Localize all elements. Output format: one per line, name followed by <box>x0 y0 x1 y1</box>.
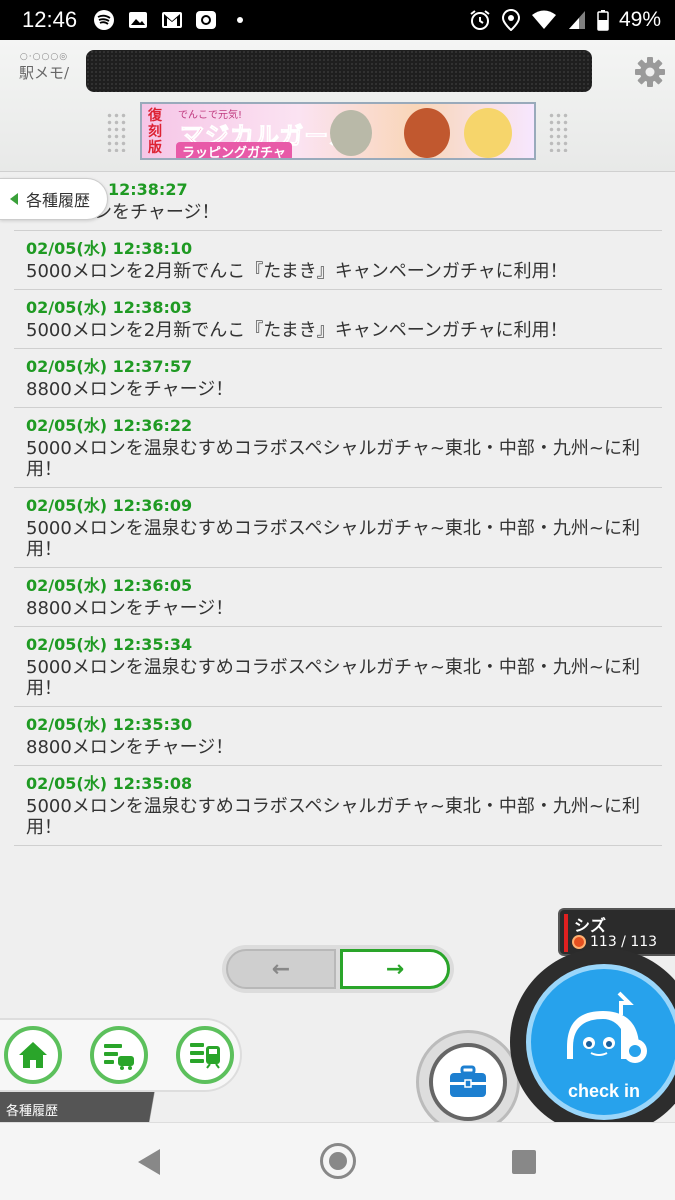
train-list-icon <box>190 1043 220 1069</box>
history-tab-label: 各種履歴 <box>26 191 91 210</box>
banner-character-3 <box>464 108 512 158</box>
camera-app-icon <box>196 11 217 29</box>
back-icon[interactable] <box>138 1149 160 1175</box>
status-bar: 12:46 49% <box>0 0 675 40</box>
entry-message: ロンをチャージ！ <box>76 202 220 223</box>
battery-percent: 49% <box>618 8 661 31</box>
entry-date: 02/05(水) 12:36:22 <box>26 416 193 435</box>
home-icon <box>19 1042 47 1068</box>
next-page-button[interactable]: → <box>339 949 450 989</box>
entry-date: 02/05(水) 12:38:03 <box>26 298 193 317</box>
alarm-icon <box>470 10 490 30</box>
checkin-inner: check in <box>526 964 675 1120</box>
led-ticker <box>86 50 592 92</box>
gear-icon[interactable] <box>634 56 666 88</box>
entry-message: 5000メロンを温泉むすめコラボスペシャルガチャ~東北・中部・九州~に利用！ <box>26 796 640 838</box>
banner-character-1 <box>330 110 372 156</box>
list-item: 02/05(水) 12:35:08 5000メロンを温泉むすめコラボスペシャルガ… <box>14 766 662 846</box>
battery-icon <box>597 10 609 31</box>
train-list-button[interactable] <box>176 1026 234 1084</box>
entry-date: 02/05(水) 12:35:08 <box>26 774 193 793</box>
image-icon <box>129 12 148 28</box>
checkin-label: check in <box>567 1081 641 1101</box>
entry-message: 5000メロンを温泉むすめコラボスペシャルガチャ~東北・中部・九州~に利用！ <box>26 657 640 699</box>
list-item: 12:38:27 ロンをチャージ！ <box>14 172 662 231</box>
banner-subtitle: ラッピングガチャ <box>176 142 292 158</box>
prev-page-button[interactable]: ← <box>226 949 336 989</box>
checkin-mascot-icon <box>567 991 647 1063</box>
entry-date: 12:38:27 <box>108 180 188 199</box>
arrow-right-icon: → <box>385 956 405 982</box>
character-type-bar <box>564 914 568 952</box>
history-tab[interactable]: 各種履歴 <box>0 178 108 220</box>
chevron-left-icon <box>10 193 18 205</box>
banner-character-2 <box>404 108 450 158</box>
entry-date: 02/05(水) 12:36:05 <box>26 576 193 595</box>
entry-message: 5000メロンを2月新でんこ『たまき』キャンペーンガチャに利用！ <box>26 261 568 282</box>
recent-apps-icon[interactable] <box>512 1150 536 1174</box>
android-nav-bar <box>0 1122 675 1200</box>
list-item: 02/05(水) 12:36:09 5000メロンを温泉むすめコラボスペシャルガ… <box>14 488 662 568</box>
history-menu-icon <box>104 1044 134 1070</box>
list-item: 02/05(水) 12:35:34 5000メロンを温泉むすめコラボスペシャルガ… <box>14 627 662 707</box>
wifi-icon <box>531 10 556 29</box>
list-item: 02/05(水) 12:38:10 5000メロンを2月新でんこ『たまき』キャン… <box>14 231 662 290</box>
list-item: 02/05(水) 12:35:30 8800メロンをチャージ！ <box>14 707 662 766</box>
entry-date: 02/05(水) 12:36:09 <box>26 496 193 515</box>
gacha-banner[interactable]: 復刻版 でんこで元気! マジカルガール ラッピングガチャ <box>140 102 536 160</box>
banner-badge: 復刻版 <box>148 108 162 156</box>
entry-date: 02/05(水) 12:35:34 <box>26 635 193 654</box>
logo-text: 駅メモ/ <box>18 64 70 82</box>
history-list: 12:38:27 ロンをチャージ！ 02/05(水) 12:38:10 5000… <box>14 172 662 846</box>
history-menu-button[interactable] <box>90 1026 148 1084</box>
bottom-nav: 各種履歴 <box>0 1018 242 1122</box>
pagination: ← → <box>222 945 454 993</box>
briefcase-icon <box>450 1065 486 1097</box>
list-item: 02/05(水) 12:36:22 5000メロンを温泉むすめコラボスペシャルガ… <box>14 408 662 488</box>
speaker-grille-right <box>548 112 570 152</box>
list-item: 02/05(水) 12:37:57 8800メロンをチャージ！ <box>14 349 662 408</box>
entry-message: 5000メロンを温泉むすめコラボスペシャルガチャ~東北・中部・九州~に利用！ <box>26 518 640 560</box>
status-right-group: 49% <box>469 8 661 32</box>
entry-message: 8800メロンをチャージ！ <box>26 379 234 400</box>
toolbox-inner <box>429 1043 507 1121</box>
gmail-icon <box>162 12 183 28</box>
speaker-grille-left <box>106 112 128 152</box>
home-circle-icon[interactable] <box>320 1143 356 1179</box>
app-header: ○·○○○◎ 駅メモ/ 復刻版 でんこで元気! マジカルガール ラッピングガチャ <box>0 40 675 172</box>
location-icon <box>501 9 520 31</box>
arrow-left-icon: ← <box>271 956 291 982</box>
signal-icon <box>568 11 585 29</box>
app-logo: ○·○○○◎ 駅メモ/ <box>12 52 76 92</box>
hp-flame-icon <box>572 935 586 949</box>
checkin-button[interactable]: check in <box>510 948 675 1136</box>
entry-date: 02/05(水) 12:38:10 <box>26 239 193 258</box>
character-name: シズ <box>574 916 607 935</box>
list-item: 02/05(水) 12:36:05 8800メロンをチャージ！ <box>14 568 662 627</box>
status-time: 12:46 <box>22 7 78 32</box>
entry-date: 02/05(水) 12:35:30 <box>26 715 193 734</box>
bottom-nav-section-label: 各種履歴 <box>0 1092 200 1122</box>
toolbox-button[interactable] <box>416 1030 520 1134</box>
list-item: 02/05(水) 12:38:03 5000メロンを2月新でんこ『たまき』キャン… <box>14 290 662 349</box>
entry-message: 5000メロンを2月新でんこ『たまき』キャンペーンガチャに利用！ <box>26 320 568 341</box>
home-button[interactable] <box>4 1026 62 1084</box>
dot-icon <box>237 17 244 23</box>
entry-message: 5000メロンを温泉むすめコラボスペシャルガチャ~東北・中部・九州~に利用！ <box>26 438 640 480</box>
entry-message: 8800メロンをチャージ！ <box>26 598 234 619</box>
logo-dots: ○·○○○◎ <box>19 52 69 62</box>
entry-date: 02/05(水) 12:37:57 <box>26 357 193 376</box>
spotify-icon <box>94 10 115 30</box>
entry-message: 8800メロンをチャージ！ <box>26 737 234 758</box>
